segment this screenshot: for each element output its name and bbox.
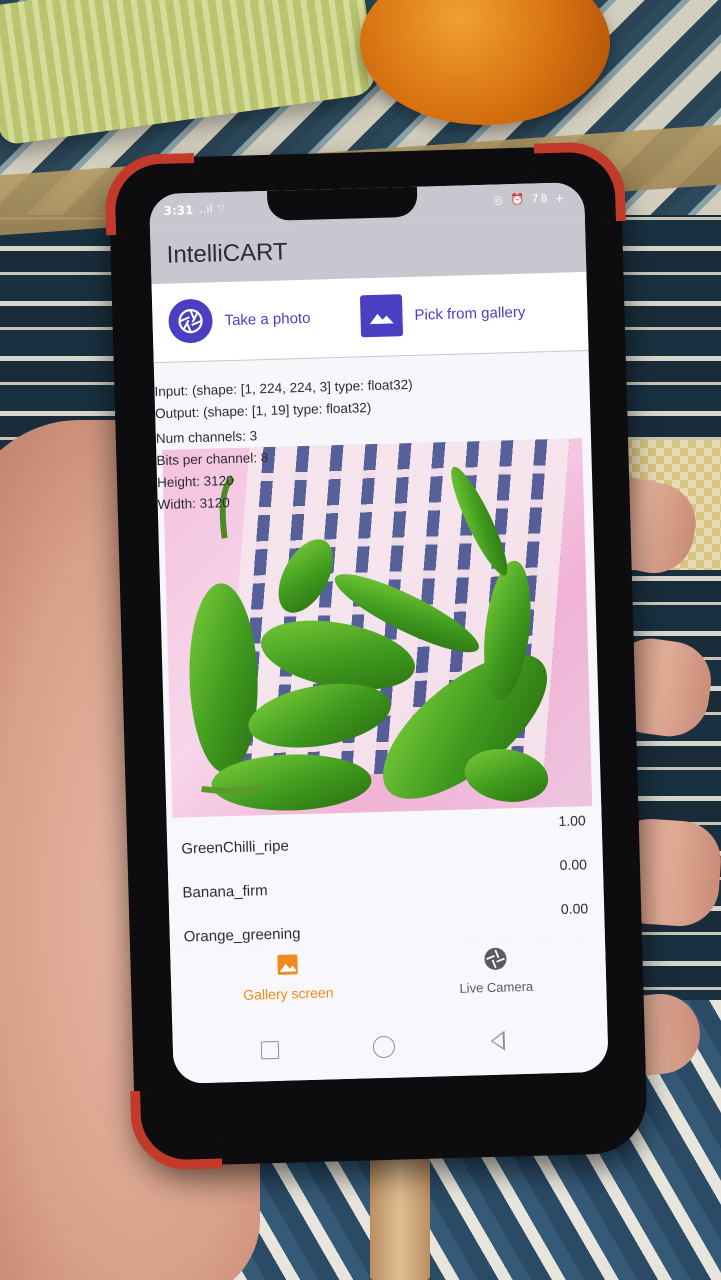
- status-time: 3:31: [163, 202, 194, 218]
- phone-screen: 3:31 ..ıl ⌔ ◎ ⏰ 78 + IntelliCART Take a …: [149, 182, 609, 1084]
- gallery-tab-icon: [277, 954, 298, 975]
- result-score: 1.00: [558, 812, 586, 830]
- result-score: 0.00: [559, 856, 588, 874]
- phone-device: 3:31 ..ıl ⌔ ◎ ⏰ 78 + IntelliCART Take a …: [103, 140, 648, 1172]
- back-icon[interactable]: [490, 1030, 506, 1051]
- signal-wifi-icon: ..ıl ⌔: [199, 202, 227, 216]
- tab-gallery-label: Gallery screen: [243, 984, 334, 1003]
- result-label: Orange_greening: [183, 925, 301, 946]
- tab-live-camera[interactable]: Live Camera: [420, 945, 571, 997]
- width-text: Width: 3120: [157, 495, 230, 513]
- result-label: Banana_firm: [182, 882, 268, 902]
- take-photo-button[interactable]: Take a photo: [167, 294, 311, 346]
- tab-gallery-screen[interactable]: Gallery screen: [212, 951, 363, 1004]
- height-text: Height: 3120: [156, 472, 234, 491]
- pick-gallery-label: Pick from gallery: [414, 303, 526, 324]
- screen-notch: [266, 184, 418, 221]
- result-row: Banana_firm 0.00: [182, 856, 588, 907]
- result-label: GreenChilli_ripe: [181, 837, 290, 858]
- result-row: GreenChilli_ripe 1.00: [181, 812, 587, 863]
- take-photo-label: Take a photo: [224, 309, 311, 329]
- model-info: Input: (shape: [1, 224, 224, 3] type: fl…: [154, 360, 589, 421]
- system-navigation-bar: [172, 1013, 609, 1084]
- camera-shutter-icon: [167, 298, 214, 344]
- result-score: 0.00: [560, 900, 589, 917]
- input-shape-text: Input: (shape: [1, 224, 224, 3] type: fl…: [154, 376, 413, 400]
- app-title: IntelliCART: [166, 238, 288, 269]
- pick-gallery-button[interactable]: Pick from gallery: [359, 288, 526, 341]
- num-channels-text: Num channels: 3: [155, 428, 258, 447]
- image-icon: [359, 294, 404, 338]
- tab-live-label: Live Camera: [459, 978, 534, 996]
- recents-icon[interactable]: [260, 1040, 280, 1060]
- classification-results: GreenChilli_ripe 1.00 Banana_firm 0.00 O…: [166, 805, 605, 948]
- home-icon[interactable]: [372, 1035, 396, 1059]
- bits-per-channel-text: Bits per channel: 8: [156, 449, 269, 469]
- background-scene: 3:31 ..ıl ⌔ ◎ ⏰ 78 + IntelliCART Take a …: [0, 0, 721, 1280]
- action-bar: Take a photo Pick from gallery: [151, 272, 589, 364]
- camera-tab-icon: [484, 947, 507, 970]
- bottom-navigation: Gallery screen Live Camera: [170, 939, 608, 1024]
- battery-alarm-icons: ◎ ⏰ 78 +: [493, 191, 567, 207]
- output-shape-text: Output: (shape: [1, 19] type: float32): [154, 400, 372, 422]
